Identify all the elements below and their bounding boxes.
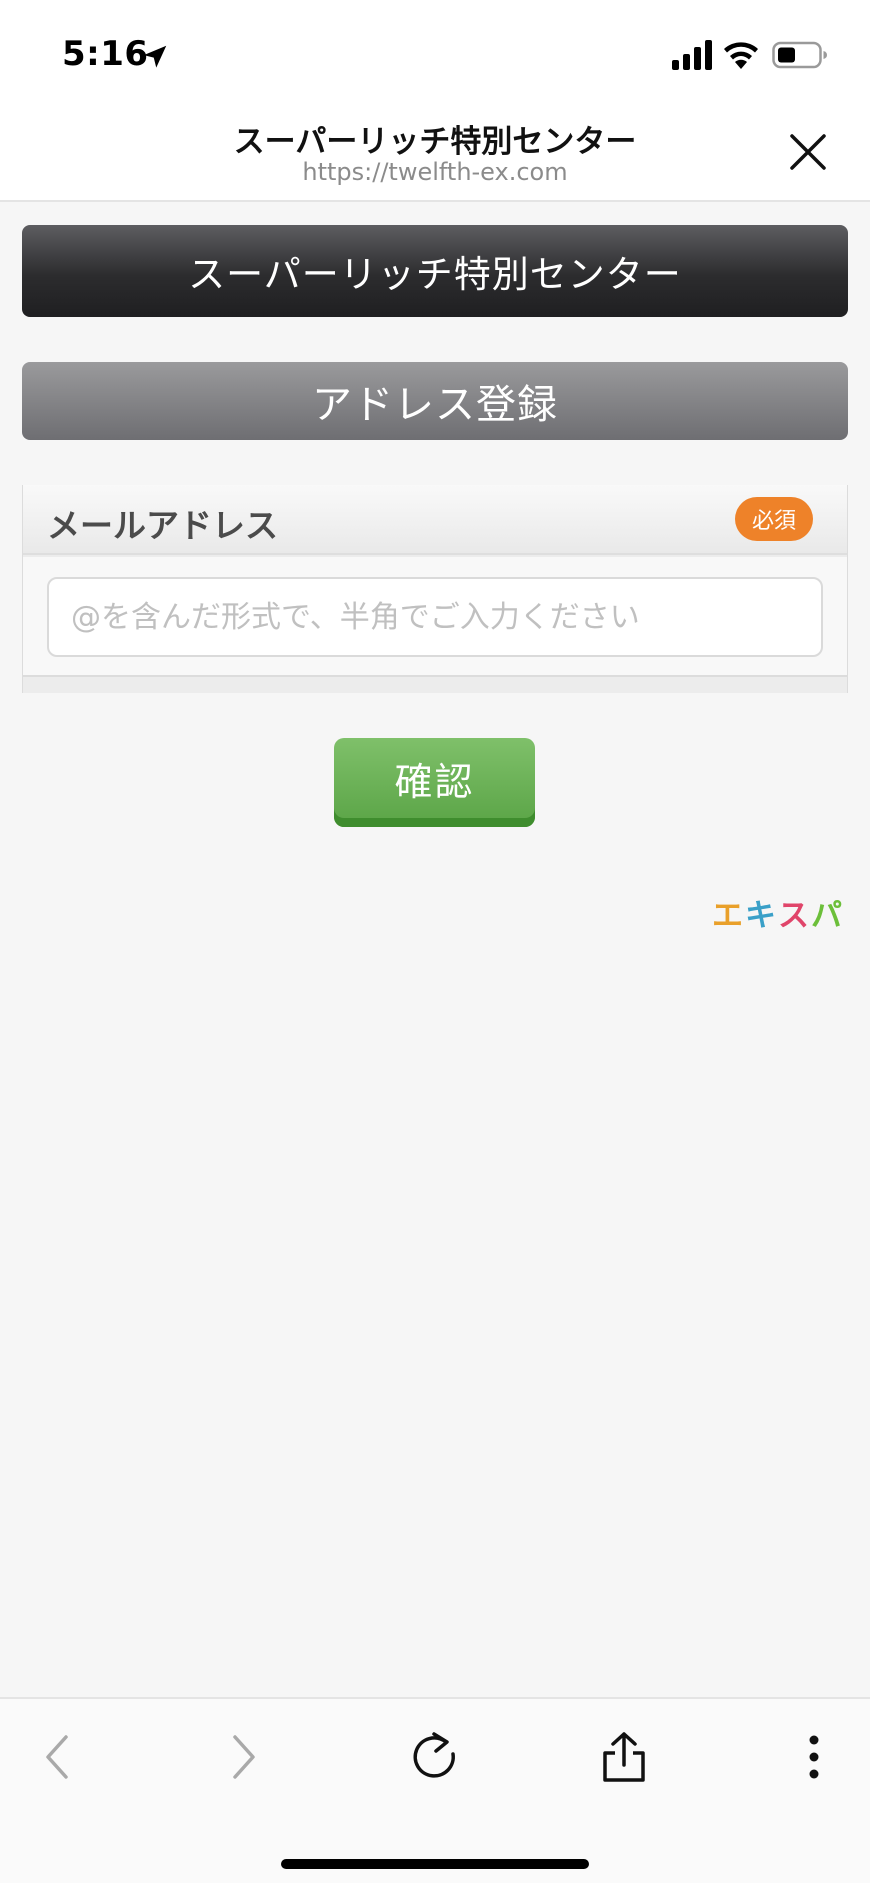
share-icon [603, 1732, 645, 1782]
back-button[interactable] [27, 1727, 87, 1787]
more-vertical-icon [809, 1735, 819, 1779]
confirm-button[interactable]: 確認 [334, 738, 535, 827]
share-button[interactable] [594, 1727, 654, 1787]
back-icon [46, 1735, 68, 1779]
reload-button[interactable] [405, 1727, 465, 1787]
required-badge: 必須 [735, 497, 813, 541]
home-indicator [281, 1859, 589, 1869]
status-time: 5:16 [62, 34, 149, 74]
section-title: アドレス登録 [22, 362, 848, 440]
forward-button[interactable] [214, 1727, 274, 1787]
email-label: メールアドレス [47, 506, 278, 545]
site-banner: スーパーリッチ特別センター [22, 225, 848, 317]
brand-logo-char: ス [778, 898, 811, 934]
more-options-button[interactable] [784, 1727, 844, 1787]
browser-url: https://twelfth-ex.com [302, 158, 568, 186]
status-bar: 5:16 [0, 0, 870, 100]
close-icon [790, 134, 826, 170]
wifi-icon [724, 42, 758, 69]
forward-icon [233, 1735, 255, 1779]
cellular-signal-icon [672, 40, 712, 70]
email-input[interactable] [47, 577, 823, 657]
location-arrow-icon [143, 45, 167, 68]
brand-logo-char: パ [811, 898, 844, 934]
close-button[interactable] [786, 130, 830, 174]
brand-logo-char: キ [745, 898, 778, 934]
reload-icon [413, 1732, 455, 1778]
browser-page-title: スーパーリッチ特別センター [233, 124, 637, 160]
input-area [23, 557, 847, 677]
form-label-row: メールアドレス 必須 [23, 485, 847, 555]
battery-icon [772, 41, 827, 69]
brand-logo: エキスパ [712, 890, 844, 935]
bottom-toolbar [0, 1697, 870, 1883]
browser-header: スーパーリッチ特別センター https://twelfth-ex.com [0, 100, 870, 202]
email-form: メールアドレス 必須 [22, 485, 848, 693]
brand-logo-char: エ [712, 898, 745, 934]
